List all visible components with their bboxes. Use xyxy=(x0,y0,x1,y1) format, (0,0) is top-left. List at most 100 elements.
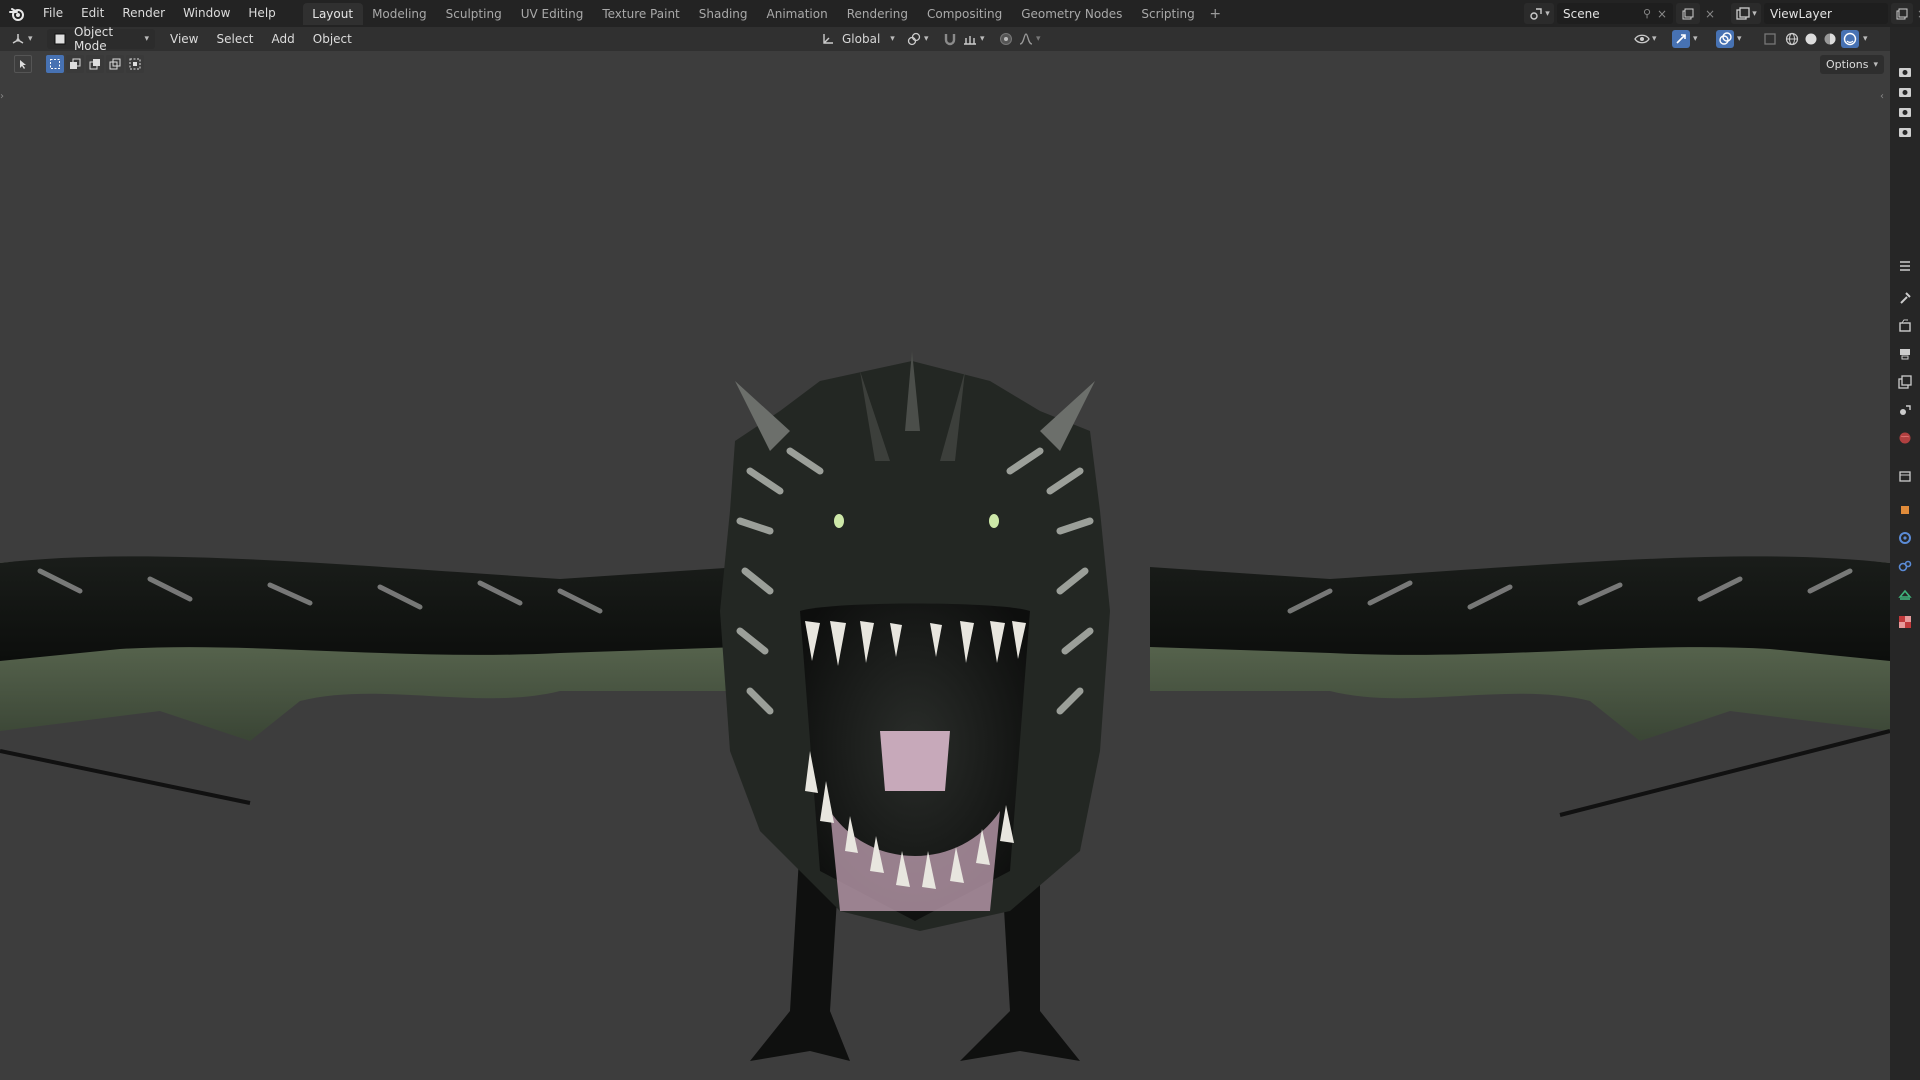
new-view-layer-button[interactable] xyxy=(1891,3,1913,24)
falloff-curve-icon xyxy=(1018,31,1034,47)
properties-tab-strip xyxy=(1890,27,1920,1080)
chevron-down-icon[interactable]: ▾ xyxy=(1863,34,1868,44)
menu-object[interactable]: Object xyxy=(304,32,361,46)
tab-scripting[interactable]: Scripting xyxy=(1132,3,1204,25)
scene-name: Scene xyxy=(1563,6,1600,21)
chevron-down-icon: ▾ xyxy=(1737,34,1742,44)
chevron-down-icon: ▾ xyxy=(28,34,33,44)
scene-browse-button[interactable]: ▾ xyxy=(1524,3,1554,24)
tool-properties-icon[interactable] xyxy=(1896,289,1914,307)
chevron-down-icon: ▾ xyxy=(924,34,929,44)
menu-render[interactable]: Render xyxy=(113,0,174,27)
menu-help[interactable]: Help xyxy=(239,0,284,27)
mode-dropdown[interactable]: Object Mode ▾ xyxy=(47,25,155,53)
xray-toggle[interactable] xyxy=(1762,29,1778,49)
proportional-editing-icon xyxy=(998,31,1014,47)
object-properties-icon[interactable] xyxy=(1896,501,1914,519)
tab-texture-paint[interactable]: Texture Paint xyxy=(593,3,689,25)
properties-menu-icon[interactable] xyxy=(1896,257,1914,275)
new-scene-button[interactable] xyxy=(1676,3,1700,24)
camera-view-icon[interactable] xyxy=(1896,63,1914,81)
editor-type-button[interactable]: ▾ xyxy=(10,29,33,49)
snap-toggle[interactable] xyxy=(942,29,958,49)
chevron-down-icon: ▾ xyxy=(1036,34,1041,44)
scene-name-field[interactable]: Scene ⚲ × xyxy=(1557,3,1673,24)
output-properties-icon[interactable] xyxy=(1896,345,1914,363)
camera-view-icon[interactable] xyxy=(1896,103,1914,121)
world-properties-icon[interactable] xyxy=(1896,429,1914,447)
add-workspace-button[interactable]: + xyxy=(1204,6,1226,22)
orientation-label: Global xyxy=(842,32,881,46)
delete-scene-button[interactable]: × xyxy=(1701,3,1719,24)
dragon-model xyxy=(0,351,1890,1061)
overlays-toggle[interactable]: ▾ xyxy=(1716,29,1742,49)
chevron-down-icon: ▾ xyxy=(144,34,149,44)
viewport-header: ▾ Object Mode ▾ View Select Add Object G… xyxy=(0,25,1920,53)
proportional-editing-toggle[interactable] xyxy=(998,29,1014,49)
render-properties-icon[interactable] xyxy=(1896,317,1914,335)
blender-logo-icon[interactable] xyxy=(0,0,34,27)
chevron-down-icon: ▾ xyxy=(1545,8,1550,19)
view-layer-properties-icon[interactable] xyxy=(1896,373,1914,391)
snap-increment-icon xyxy=(962,31,978,47)
shading-modes: ▾ xyxy=(1784,29,1868,49)
material-properties-icon[interactable] xyxy=(1896,613,1914,631)
magnet-icon xyxy=(942,31,958,47)
overlays-icon xyxy=(1716,30,1734,48)
close-icon: × xyxy=(1704,6,1716,21)
scene-icon xyxy=(1528,6,1544,22)
object-data-properties-icon[interactable] xyxy=(1896,585,1914,603)
tab-modeling[interactable]: Modeling xyxy=(363,3,437,25)
snap-target-dropdown[interactable]: ▾ xyxy=(962,29,985,49)
tab-rendering[interactable]: Rendering xyxy=(837,3,917,25)
transform-orientation-dropdown[interactable]: Global ▾ xyxy=(820,29,895,49)
tab-animation[interactable]: Animation xyxy=(757,3,837,25)
orientation-axes-icon xyxy=(820,31,836,47)
rendered-shading-icon[interactable] xyxy=(1841,30,1859,48)
solid-shading-icon[interactable] xyxy=(1803,31,1819,47)
object-mode-icon xyxy=(53,31,68,47)
top-bar: File Edit Render Window Help Layout Mode… xyxy=(0,0,1920,27)
menu-edit[interactable]: Edit xyxy=(72,0,113,27)
modifier-properties-icon[interactable] xyxy=(1896,529,1914,547)
material-preview-icon[interactable] xyxy=(1822,31,1838,47)
view-layer-browse-button[interactable]: ▾ xyxy=(1731,3,1761,24)
close-icon[interactable]: × xyxy=(1657,7,1667,21)
gizmo-toggle[interactable]: ▾ xyxy=(1672,29,1698,49)
menu-view[interactable]: View xyxy=(161,32,207,46)
visibility-dropdown[interactable]: ▾ xyxy=(1634,29,1657,49)
menu-window[interactable]: Window xyxy=(174,0,239,27)
workspace-tabs: Layout Modeling Sculpting UV Editing Tex… xyxy=(302,0,1227,27)
tab-layout[interactable]: Layout xyxy=(302,2,363,25)
camera-view-icon[interactable] xyxy=(1896,123,1914,141)
tab-sculpting[interactable]: Sculpting xyxy=(436,3,511,25)
tab-geometry-nodes[interactable]: Geometry Nodes xyxy=(1012,3,1132,25)
menu-add[interactable]: Add xyxy=(263,32,304,46)
menu-file[interactable]: File xyxy=(34,0,72,27)
tab-compositing[interactable]: Compositing xyxy=(917,3,1011,25)
view-layer-icon xyxy=(1735,6,1751,22)
chevron-down-icon: ▾ xyxy=(1652,34,1657,44)
physics-properties-icon[interactable] xyxy=(1896,557,1914,575)
chevron-down-icon: ▾ xyxy=(1752,8,1757,19)
scene-selector: ▾ Scene ⚲ × × ▾ ViewLayer × xyxy=(1524,3,1920,24)
3d-viewport[interactable]: Options ▾ › ‹ xyxy=(0,51,1890,1080)
pin-icon[interactable]: ⚲ xyxy=(1643,7,1651,20)
pivot-icon xyxy=(906,31,922,47)
delete-view-layer-button[interactable]: × xyxy=(1914,3,1920,24)
proportional-falloff-dropdown[interactable]: ▾ xyxy=(1018,29,1041,49)
xray-icon xyxy=(1762,31,1778,47)
view-layer-name-field[interactable]: ViewLayer xyxy=(1764,3,1888,24)
camera-view-icon[interactable] xyxy=(1896,83,1914,101)
pivot-point-dropdown[interactable]: ▾ xyxy=(906,29,929,49)
tab-uv-editing[interactable]: UV Editing xyxy=(511,3,593,25)
gizmo-icon xyxy=(1672,30,1690,48)
chevron-down-icon: ▾ xyxy=(980,34,985,44)
scene-properties-icon[interactable] xyxy=(1896,401,1914,419)
tab-shading[interactable]: Shading xyxy=(689,3,757,25)
chevron-down-icon: ▾ xyxy=(890,34,895,44)
wireframe-shading-icon[interactable] xyxy=(1784,31,1800,47)
duplicate-icon xyxy=(1680,6,1696,22)
menu-select[interactable]: Select xyxy=(207,32,262,46)
collection-properties-icon[interactable] xyxy=(1896,467,1914,485)
